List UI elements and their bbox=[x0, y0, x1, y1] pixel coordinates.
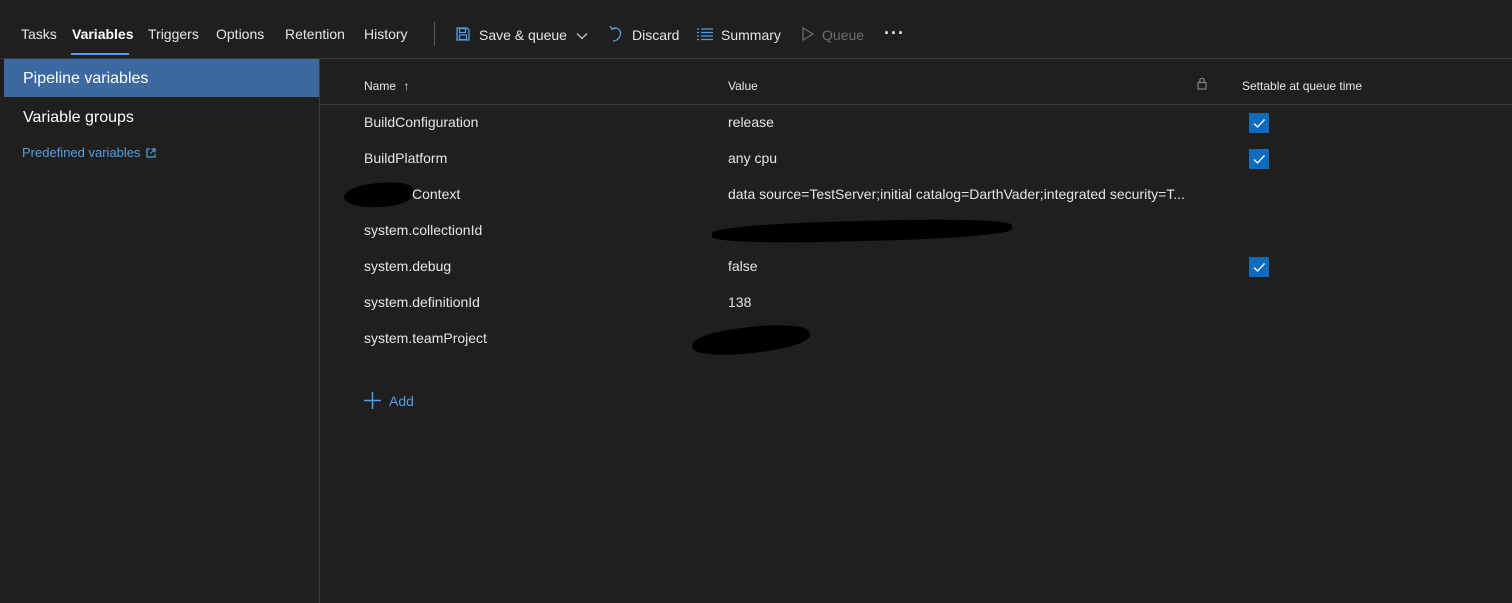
variable-value[interactable]: false bbox=[728, 258, 758, 274]
add-variable-button[interactable]: Add bbox=[364, 392, 414, 409]
variable-value[interactable]: release bbox=[728, 114, 774, 130]
variable-row[interactable]: system.teamProject bbox=[320, 320, 1512, 360]
variable-row[interactable]: Context data source=TestServer;initial c… bbox=[320, 177, 1512, 213]
column-name-label: Name bbox=[364, 79, 397, 93]
checkmark-icon bbox=[1253, 155, 1265, 164]
tab-options[interactable]: Options bbox=[216, 26, 264, 42]
tab-triggers[interactable]: Triggers bbox=[148, 26, 199, 42]
queue-label: Queue bbox=[822, 27, 865, 43]
settable-checkbox[interactable] bbox=[1249, 113, 1269, 133]
tab-variables[interactable]: Variables bbox=[72, 26, 134, 42]
redaction-mark bbox=[343, 180, 415, 210]
nav-pipeline-variables[interactable]: Pipeline variables bbox=[4, 59, 319, 97]
tab-tasks[interactable]: Tasks bbox=[21, 26, 57, 42]
column-header-settable: Settable at queue time bbox=[1242, 79, 1363, 93]
summary-label: Summary bbox=[721, 27, 781, 43]
variable-value[interactable]: data source=TestServer;initial catalog=D… bbox=[728, 186, 1185, 202]
toolbar-divider bbox=[434, 22, 435, 46]
sort-ascending-icon: ↑ bbox=[403, 79, 410, 93]
predefined-variables-link[interactable]: Predefined variables bbox=[22, 145, 156, 160]
redaction-mark bbox=[711, 217, 1013, 245]
settable-checkbox[interactable] bbox=[1249, 149, 1269, 169]
variable-name[interactable]: system.debug bbox=[364, 258, 451, 274]
chevron-down-icon[interactable] bbox=[576, 27, 588, 43]
variable-row[interactable]: BuildPlatform any cpu bbox=[320, 141, 1512, 177]
variable-name[interactable]: Context bbox=[412, 186, 460, 202]
variables-side-nav: Pipeline variables Variable groups Prede… bbox=[0, 59, 320, 603]
settable-checkbox[interactable] bbox=[1249, 257, 1269, 277]
list-icon bbox=[697, 27, 713, 44]
redaction-mark bbox=[690, 320, 812, 360]
variable-name[interactable]: system.definitionId bbox=[364, 294, 480, 310]
save-queue-button[interactable]: Save & queue bbox=[455, 26, 588, 44]
external-link-icon bbox=[145, 147, 156, 158]
active-tab-indicator bbox=[71, 53, 129, 55]
variable-value[interactable]: 138 bbox=[728, 294, 751, 310]
play-icon bbox=[802, 26, 815, 44]
variable-value[interactable]: any cpu bbox=[728, 150, 777, 166]
nav-variable-groups[interactable]: Variable groups bbox=[4, 98, 319, 136]
variable-row[interactable]: system.debug false bbox=[320, 249, 1512, 285]
predefined-variables-label: Predefined variables bbox=[22, 145, 141, 160]
discard-button[interactable]: Discard bbox=[608, 25, 680, 46]
save-queue-label: Save & queue bbox=[479, 27, 567, 43]
variable-name[interactable]: BuildConfiguration bbox=[364, 114, 478, 130]
add-label: Add bbox=[389, 392, 414, 409]
variable-name[interactable]: system.teamProject bbox=[364, 330, 487, 346]
queue-button[interactable]: Queue bbox=[802, 26, 864, 44]
checkmark-icon bbox=[1253, 263, 1265, 272]
tab-history[interactable]: History bbox=[364, 26, 408, 42]
tab-retention[interactable]: Retention bbox=[285, 26, 345, 42]
column-header-value: Value bbox=[728, 79, 758, 93]
save-icon bbox=[455, 26, 471, 45]
more-options-icon[interactable]: ··· bbox=[884, 23, 905, 43]
top-toolbar: Tasks Variables Triggers Options Retenti… bbox=[0, 0, 1512, 59]
variable-row[interactable]: system.definitionId 138 bbox=[320, 285, 1512, 321]
variables-grid-header: Name ↑ Value Settable at queue time bbox=[320, 59, 1512, 105]
undo-icon bbox=[608, 25, 624, 46]
lock-icon bbox=[1197, 77, 1207, 93]
variable-row[interactable]: BuildConfiguration release bbox=[320, 105, 1512, 141]
summary-button[interactable]: Summary bbox=[697, 26, 781, 44]
discard-label: Discard bbox=[632, 27, 680, 43]
column-header-name[interactable]: Name ↑ bbox=[364, 79, 409, 93]
plus-icon bbox=[364, 392, 381, 409]
variable-row[interactable]: system.collectionId bbox=[320, 213, 1512, 249]
variable-name[interactable]: system.collectionId bbox=[364, 222, 482, 238]
checkmark-icon bbox=[1253, 119, 1265, 128]
variable-name[interactable]: BuildPlatform bbox=[364, 150, 447, 166]
